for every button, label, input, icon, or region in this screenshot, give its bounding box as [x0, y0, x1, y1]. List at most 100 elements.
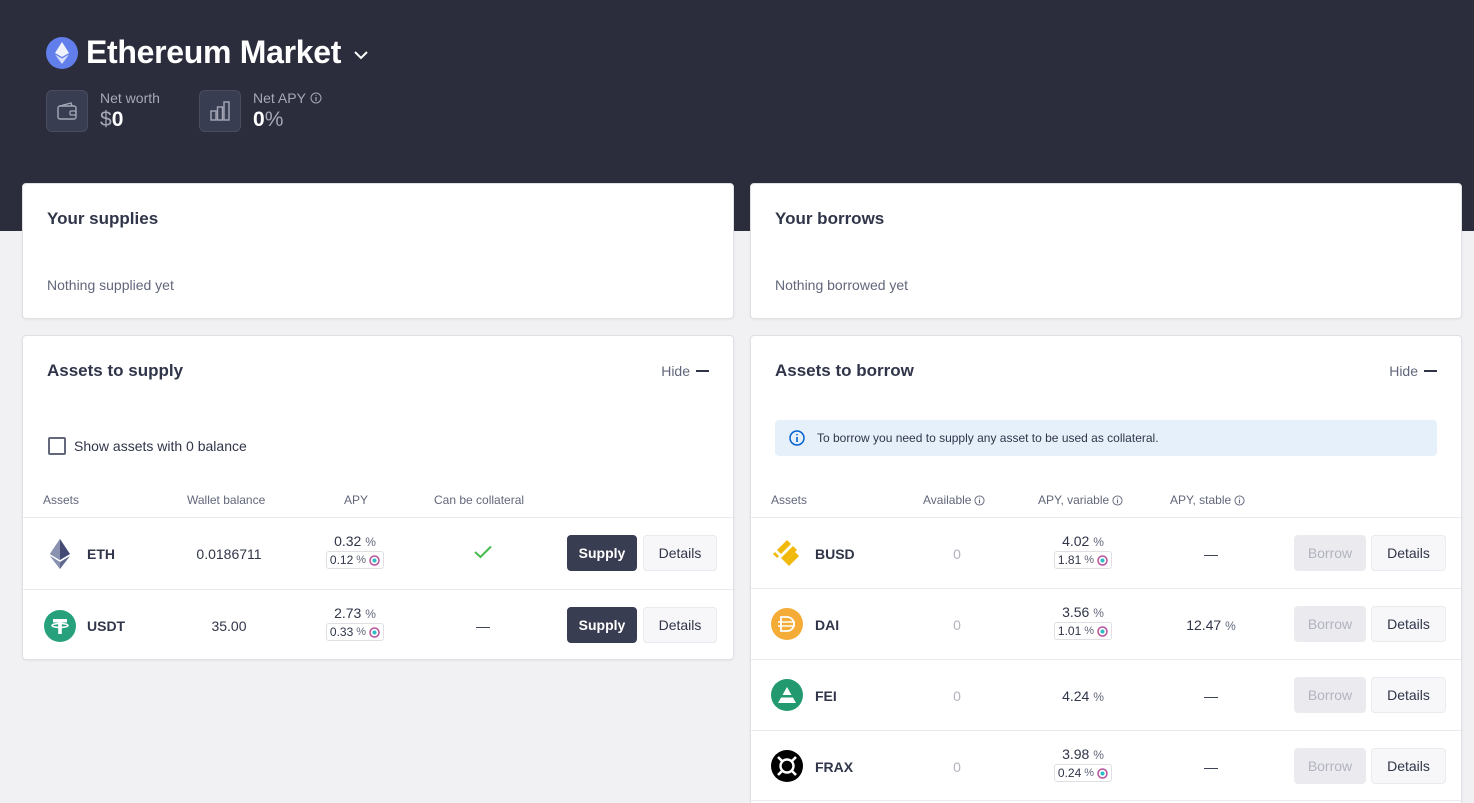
wallet-balance: 0.0186711 [196, 546, 262, 562]
percent-unit: % [365, 607, 376, 621]
details-button[interactable]: Details [1371, 748, 1446, 784]
chevron-down-icon[interactable] [353, 50, 369, 60]
details-button[interactable]: Details [643, 535, 717, 571]
borrow-button[interactable]: Borrow [1294, 606, 1366, 642]
percent-unit: % [1084, 767, 1095, 779]
apy-variable-cell: 3.98 % 0.24% [1033, 746, 1133, 782]
ethereum-logo-icon [46, 36, 78, 69]
borrows-empty-text: Nothing borrowed yet [775, 277, 909, 293]
market-selector[interactable]: Ethereum Market [46, 34, 369, 71]
your-supplies-title: Your supplies [47, 209, 159, 228]
borrow-button[interactable]: Borrow [1294, 748, 1366, 784]
aave-reward-icon [1097, 625, 1108, 637]
supplies-empty-text: Nothing supplied yet [47, 277, 174, 293]
asset-symbol: ETH [87, 546, 115, 562]
borrow-button[interactable]: Borrow [1294, 677, 1366, 713]
assets-to-borrow-title: Assets to borrow [775, 361, 914, 380]
details-button[interactable]: Details [643, 607, 717, 643]
column-header-assets[interactable]: Assets [43, 493, 79, 507]
apy-variable-value: 3.98 [1062, 746, 1090, 762]
assets-to-borrow-card: Assets to borrow Hide To borrow you need… [750, 335, 1462, 803]
incentive-value: 0.12 [329, 553, 354, 567]
net-apy-stat: Net APY 0% [199, 90, 322, 132]
borrow-button[interactable]: Borrow [1294, 535, 1366, 571]
asset-symbol: FEI [815, 688, 837, 704]
details-button[interactable]: Details [1371, 677, 1446, 713]
wallet-icon [46, 90, 88, 132]
asset-symbol: DAI [815, 617, 840, 633]
net-worth-label: Net worth [100, 90, 160, 106]
percent-unit: % [356, 554, 367, 566]
details-button[interactable]: Details [1371, 535, 1446, 571]
minus-icon [1424, 370, 1437, 372]
aave-reward-icon [369, 554, 380, 566]
table-row: FEI 0 4.24 % — Borrow Details [751, 659, 1461, 730]
apy-cell: 2.73 % 0.33% [305, 605, 405, 641]
asset-symbol: USDT [87, 618, 126, 634]
percent-unit: % [1093, 748, 1104, 762]
column-header-assets[interactable]: Assets [771, 493, 807, 507]
percent-unit: % [1093, 535, 1104, 549]
apy-stable-value: — [1204, 688, 1218, 704]
incentive-badge[interactable]: 0.33% [325, 623, 385, 641]
incentive-value: 1.81 [1057, 553, 1082, 567]
your-borrows-title: Your borrows [775, 209, 885, 228]
incentive-value: 0.33 [329, 625, 354, 639]
show-zero-balance-toggle[interactable]: Show assets with 0 balance [48, 437, 247, 455]
percent-unit: % [1084, 625, 1095, 637]
incentive-badge[interactable]: 1.81% [1053, 551, 1113, 569]
usdt-token-icon [44, 610, 76, 642]
aave-reward-icon [1097, 554, 1108, 566]
column-header-collateral[interactable]: Can be collateral [434, 493, 524, 507]
percent-unit: % [1225, 619, 1236, 633]
column-header-wallet-balance[interactable]: Wallet balance [187, 493, 265, 507]
supply-button[interactable]: Supply [567, 607, 637, 643]
info-icon[interactable] [1234, 494, 1245, 506]
apy-variable-cell: 3.56 % 1.01% [1033, 604, 1133, 640]
bar-chart-icon [199, 90, 241, 132]
asset-symbol: FRAX [815, 759, 854, 775]
checkbox[interactable] [48, 437, 66, 455]
available-value: 0 [953, 688, 961, 704]
table-row: BUSD 0 4.02 % 1.81% — Borrow Details [751, 517, 1461, 588]
table-row: FRAX 0 3.98 % 0.24% — Borrow Details [751, 730, 1461, 801]
column-header-available[interactable]: Available [923, 493, 986, 507]
table-row: ETH 0.0186711 0.32 % 0.12% Supply Detail… [23, 517, 733, 589]
minus-icon [696, 370, 709, 372]
column-header-apy-variable[interactable]: APY, variable [1038, 493, 1123, 507]
column-header-apy[interactable]: APY [344, 493, 368, 507]
details-button[interactable]: Details [1371, 606, 1446, 642]
info-icon [789, 430, 805, 446]
apy-variable-value: 3.56 [1062, 604, 1090, 620]
table-row: DAI 0 3.56 % 1.01% 12.47 % Borrow Detail… [751, 588, 1461, 659]
incentive-badge[interactable]: 1.01% [1053, 622, 1113, 640]
incentive-badge[interactable]: 0.24% [1053, 764, 1113, 782]
column-header-apy-stable[interactable]: APY, stable [1170, 493, 1245, 507]
aave-reward-icon [1097, 767, 1108, 779]
busd-token-icon [771, 537, 803, 569]
available-value: 0 [953, 546, 961, 562]
supply-button[interactable]: Supply [567, 535, 637, 571]
hide-borrow-button[interactable]: Hide [1389, 363, 1437, 379]
info-icon[interactable] [310, 92, 322, 104]
net-apy-label: Net APY [253, 90, 306, 106]
asset-symbol: BUSD [815, 546, 855, 562]
collateral-value: — [476, 618, 490, 634]
percent-unit: % [356, 626, 367, 638]
net-apy-value: 0 [253, 108, 265, 131]
apy-stable-value: — [1204, 759, 1218, 775]
apy-value: 2.73 [334, 605, 362, 621]
hide-supply-button[interactable]: Hide [661, 363, 709, 379]
incentive-badge[interactable]: 0.12% [325, 551, 385, 569]
info-icon[interactable] [974, 494, 986, 506]
your-supplies-card: Your supplies Nothing supplied yet [22, 183, 734, 319]
table-row: USDT 35.00 2.73 % 0.33% — Supply Details [23, 589, 733, 659]
check-icon [474, 545, 492, 559]
hide-label: Hide [1389, 363, 1418, 379]
assets-to-supply-title: Assets to supply [47, 361, 184, 380]
incentive-value: 1.01 [1057, 624, 1082, 638]
available-value: 0 [953, 617, 961, 633]
info-icon[interactable] [1112, 494, 1123, 506]
percent-unit: % [1093, 690, 1104, 704]
market-title: Ethereum Market [86, 34, 342, 70]
